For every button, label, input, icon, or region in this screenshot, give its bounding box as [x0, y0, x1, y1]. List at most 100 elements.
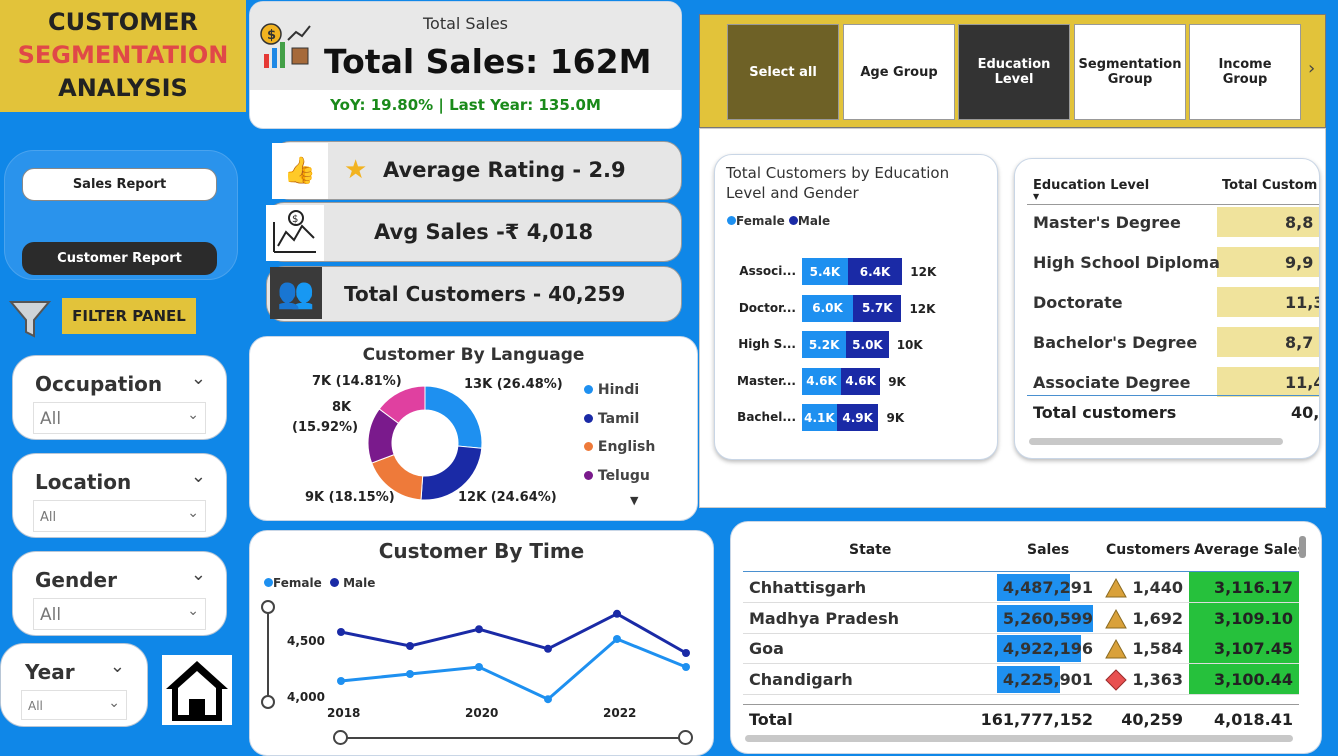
- scroll-right-icon[interactable]: ›: [1308, 58, 1315, 79]
- point-male[interactable]: [337, 628, 345, 636]
- education-level-button[interactable]: Education Level: [958, 24, 1070, 120]
- horizontal-scrollbar[interactable]: [1029, 438, 1283, 445]
- total-sales: 161,777,152: [980, 710, 1093, 729]
- legend-male[interactable]: Male: [329, 576, 375, 590]
- sales-report-button[interactable]: Sales Report: [22, 168, 217, 201]
- chevron-down-icon[interactable]: ⌄: [191, 564, 206, 585]
- total-avg-sales: 4,018.41: [1214, 710, 1293, 729]
- edu-row-value: 9,9: [1285, 253, 1314, 272]
- point-female[interactable]: [544, 695, 552, 704]
- language-legend: Hindi Tamil English Telugu: [584, 376, 655, 490]
- point-female[interactable]: [406, 670, 414, 678]
- edu-bar-category: Master...: [737, 373, 796, 388]
- location-dropdown[interactable]: All ⌄: [33, 500, 206, 532]
- edu-bar-female[interactable]: 6.0K: [802, 294, 853, 322]
- occupation-slicer[interactable]: Occupation ⌄ All ⌄: [12, 355, 227, 440]
- legend-tamil[interactable]: Tamil: [584, 405, 655, 434]
- chevron-down-icon[interactable]: ⌄: [191, 466, 206, 487]
- edu-bar-male[interactable]: 5.0K: [846, 331, 889, 358]
- state-customers: 1,584: [1132, 639, 1183, 658]
- state-sales: 4,922,196: [1002, 639, 1093, 658]
- point-male[interactable]: [544, 644, 552, 653]
- point-male[interactable]: [406, 642, 414, 650]
- location-slicer[interactable]: Location ⌄ All ⌄: [12, 453, 227, 538]
- gender-slicer[interactable]: Gender ⌄ All ⌄: [12, 551, 227, 636]
- legend-hindi[interactable]: Hindi: [584, 376, 655, 405]
- header-average-sales[interactable]: Average Sales: [1194, 542, 1306, 558]
- year-slicer[interactable]: Year ⌄ All ⌄: [0, 643, 148, 727]
- edu-bar-female[interactable]: 5.4K: [802, 258, 848, 285]
- edu-bar-male[interactable]: 5.7K: [853, 294, 902, 322]
- header-sales[interactable]: Sales: [1027, 542, 1069, 558]
- segmentation-group-button[interactable]: Segmentation Group: [1074, 24, 1186, 120]
- donut-slice-hindi[interactable]: [424, 385, 483, 449]
- edu-bar-male[interactable]: 6.4K: [847, 258, 903, 285]
- income-group-button[interactable]: Income Group: [1189, 24, 1301, 120]
- customer-report-button[interactable]: Customer Report: [22, 242, 217, 275]
- y-slider-handle-bottom[interactable]: [261, 695, 275, 709]
- language-title: Customer By Language: [362, 345, 585, 365]
- point-male[interactable]: [682, 649, 690, 657]
- time-legend: Female Male: [264, 576, 375, 590]
- x-slider-handle-right[interactable]: [678, 730, 693, 745]
- edu-table-header-level[interactable]: Education Level: [1033, 178, 1149, 193]
- y-slider-handle-top[interactable]: [261, 600, 275, 614]
- triangle-kpi-icon: [1105, 608, 1127, 630]
- header-customers[interactable]: Customers: [1106, 542, 1190, 558]
- chevron-down-icon[interactable]: ⌄: [191, 368, 206, 389]
- language-donut: [367, 385, 483, 501]
- state-sales: 4,487,291: [1002, 578, 1093, 597]
- header-state[interactable]: State: [849, 542, 891, 558]
- legend-english[interactable]: English: [584, 433, 655, 462]
- state-avg-sales: 3,116.17: [1214, 578, 1293, 597]
- edu-total-label: Total customers: [1033, 403, 1177, 422]
- point-female[interactable]: [475, 663, 483, 671]
- legend-female[interactable]: Female: [727, 214, 785, 228]
- legend-telugu[interactable]: Telugu: [584, 462, 655, 491]
- home-button[interactable]: [162, 655, 232, 725]
- vertical-scrollbar[interactable]: [1299, 536, 1306, 558]
- svg-text:$: $: [292, 214, 298, 225]
- chevron-down-icon[interactable]: ⌄: [110, 656, 125, 677]
- point-female[interactable]: [682, 663, 690, 671]
- occupation-dropdown[interactable]: All ⌄: [33, 402, 206, 434]
- point-male[interactable]: [613, 609, 621, 618]
- sales-chart-icon: $: [260, 23, 311, 68]
- x-slider-handle-left[interactable]: [333, 730, 348, 745]
- edu-row-value: 8,8: [1285, 213, 1314, 232]
- horizontal-scrollbar[interactable]: [745, 735, 1293, 742]
- point-female[interactable]: [613, 635, 621, 643]
- diamond-kpi-icon: [1105, 668, 1127, 691]
- yoy-text: YoY: 19.80% | Last Year: 135.0M: [330, 96, 601, 114]
- edu-row-value: 11,4: [1285, 373, 1319, 392]
- state-name: Chandigarh: [749, 669, 853, 689]
- select-all-button[interactable]: Select all: [727, 24, 839, 120]
- time-title: Customer By Time: [378, 539, 585, 563]
- edu-bar-female[interactable]: 4.1K: [802, 404, 837, 431]
- edu-bar-female[interactable]: 4.6K: [802, 367, 842, 395]
- home-icon: [166, 661, 228, 721]
- edu-total-value: 40,2: [1291, 403, 1320, 422]
- edu-bar-total: 12K: [910, 265, 937, 279]
- edu-bar-male[interactable]: 4.6K: [841, 367, 881, 395]
- age-group-button[interactable]: Age Group: [843, 24, 955, 120]
- legend-more-icon[interactable]: ▼: [630, 494, 638, 507]
- y-slider-track[interactable]: [267, 606, 269, 702]
- legend-male[interactable]: Male: [788, 214, 830, 228]
- people-icon: 👥: [270, 267, 322, 319]
- edu-table-header-total[interactable]: Total Custom: [1222, 178, 1317, 193]
- triangle-kpi-icon: [1105, 577, 1127, 599]
- state-sales: 5,260,599: [1002, 608, 1093, 628]
- x-slider-track[interactable]: [340, 737, 686, 739]
- line-female[interactable]: [340, 637, 687, 701]
- gender-dropdown[interactable]: All ⌄: [33, 598, 206, 630]
- edu-bar-male[interactable]: 4.9K: [836, 404, 879, 431]
- point-male[interactable]: [475, 625, 483, 634]
- donut-label-telugu-b: (15.92%): [292, 420, 359, 435]
- point-female[interactable]: [337, 677, 345, 685]
- edu-bar-female[interactable]: 5.2K: [802, 331, 847, 358]
- legend-female[interactable]: Female: [264, 576, 322, 590]
- x-tick-2022: 2022: [603, 706, 637, 720]
- year-dropdown[interactable]: All ⌄: [21, 690, 127, 720]
- occupation-label: Occupation: [35, 372, 163, 396]
